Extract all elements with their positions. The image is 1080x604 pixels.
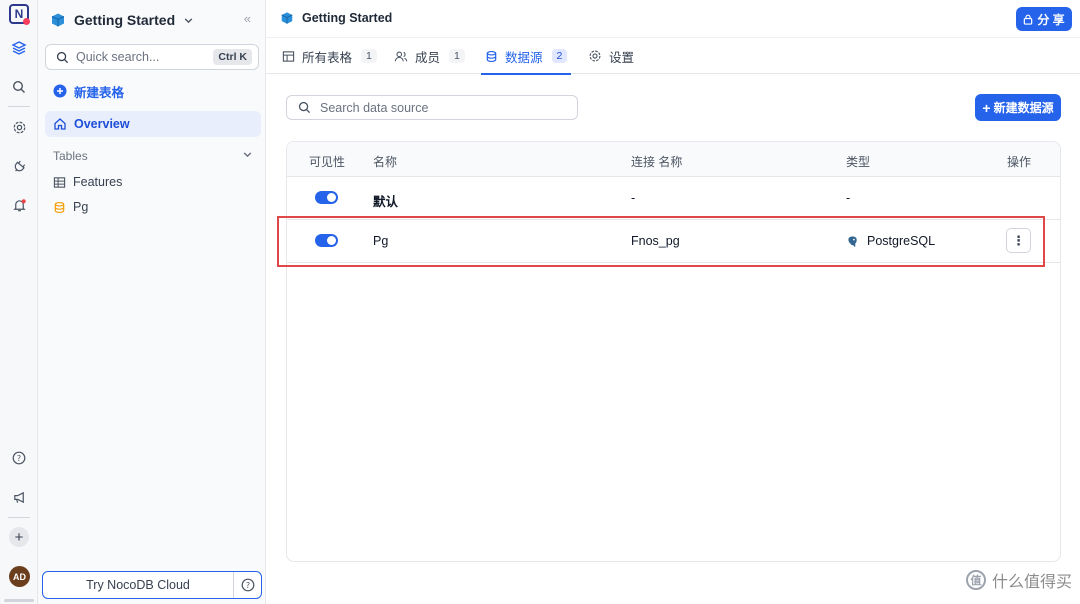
datasource-table: 可见性 名称 连接 名称 类型 操作 默认 - - Pg Fnos_pg Pos… xyxy=(286,141,1061,562)
svg-text:?: ? xyxy=(17,454,21,463)
table-name: Features xyxy=(73,175,123,189)
try-cloud-button[interactable]: Try NocoDB Cloud ? xyxy=(42,571,262,599)
tab-label: 成员 xyxy=(415,50,441,65)
column-header-name: 名称 xyxy=(373,155,398,169)
new-datasource-label: 新建数据源 xyxy=(993,101,1054,115)
tab-all-tables[interactable]: 所有表格 1 xyxy=(282,38,377,74)
tab-label: 所有表格 xyxy=(302,50,353,65)
new-table-label: 新建表格 xyxy=(74,85,125,100)
main-panel: Getting Started 分 享 所有表格 1 成员 1 数据源 2 设置 xyxy=(266,0,1080,604)
workspace-header[interactable]: Getting Started xyxy=(50,9,194,31)
rail-divider xyxy=(8,517,30,518)
datasource-search-placeholder: Search data source xyxy=(320,100,429,115)
column-header-actions: 操作 xyxy=(1007,155,1032,169)
base-cube-icon xyxy=(281,12,293,24)
column-header-visibility: 可见性 xyxy=(309,155,346,169)
plug-icon[interactable] xyxy=(9,156,29,176)
plus-icon[interactable]: + xyxy=(9,527,29,547)
plus-circle-icon xyxy=(53,84,67,98)
home-icon xyxy=(54,118,66,130)
chevron-down-icon xyxy=(243,152,252,158)
database-icon xyxy=(54,201,65,213)
plus-icon: + xyxy=(982,99,991,116)
gear-icon xyxy=(589,50,601,62)
sidebar-item-pg[interactable]: Pg xyxy=(45,194,261,220)
table-name: Pg xyxy=(73,200,89,214)
help-icon[interactable]: ? xyxy=(233,572,261,598)
tab-data-sources[interactable]: 数据源 2 xyxy=(480,38,572,75)
tables-section-header[interactable]: Tables xyxy=(45,143,261,169)
row-connection: Fnos_pg xyxy=(631,234,680,248)
left-rail: N ? + AD xyxy=(0,0,38,604)
rail-divider xyxy=(8,106,30,107)
watermark-logo-icon: 值 xyxy=(965,570,986,590)
datasource-search-input[interactable]: Search data source xyxy=(286,95,578,120)
tab-settings[interactable]: 设置 xyxy=(588,38,634,74)
tab-count-badge: 2 xyxy=(551,49,568,63)
collapse-sidebar-icon[interactable]: « xyxy=(244,11,251,26)
overview-label: Overview xyxy=(74,117,130,131)
row-type: - xyxy=(846,191,851,205)
sidebar-item-features[interactable]: Features xyxy=(45,169,261,195)
visibility-toggle[interactable] xyxy=(315,191,338,204)
avatar[interactable]: AD xyxy=(9,566,30,587)
row-name: 默认 xyxy=(373,195,399,209)
share-button[interactable]: 分 享 xyxy=(1016,7,1072,31)
visibility-toggle[interactable] xyxy=(315,234,338,247)
gear-icon[interactable] xyxy=(9,117,29,137)
tab-label: 设置 xyxy=(609,50,635,65)
base-title-text: Getting Started xyxy=(302,11,393,25)
nocodb-logo-icon[interactable]: N xyxy=(9,4,30,25)
search-icon xyxy=(298,101,311,114)
row-name: Pg xyxy=(373,234,389,248)
search-icon[interactable] xyxy=(9,77,29,97)
share-label: 分 享 xyxy=(1037,12,1065,27)
row-type-cell: PostgreSQL xyxy=(846,234,935,248)
postgresql-icon xyxy=(848,235,857,247)
grid-icon xyxy=(53,176,66,188)
tab-count-badge: 1 xyxy=(361,49,377,63)
bell-icon[interactable] xyxy=(9,195,29,215)
row-type: PostgreSQL xyxy=(867,234,936,248)
new-datasource-button[interactable]: + 新建数据源 xyxy=(975,94,1061,121)
sidebar-item-overview[interactable]: Overview xyxy=(45,111,261,137)
watermark: 值 什么值得买 xyxy=(965,568,1072,592)
tab-members[interactable]: 成员 1 xyxy=(394,38,465,74)
column-header-type: 类型 xyxy=(846,155,871,169)
topbar: Getting Started 分 享 xyxy=(266,0,1080,38)
base-icon[interactable] xyxy=(9,38,29,58)
quick-search-placeholder: Quick search... xyxy=(76,50,160,64)
tab-bar: 所有表格 1 成员 1 数据源 2 设置 xyxy=(266,38,1080,75)
new-table-button[interactable]: 新建表格 xyxy=(45,78,261,104)
tab-label: 数据源 xyxy=(505,50,543,65)
sidebar: Getting Started « Quick search... Ctrl K… xyxy=(38,0,266,604)
watermark-text: 什么值得买 xyxy=(991,574,1072,591)
search-icon xyxy=(56,51,69,63)
base-cube-icon xyxy=(51,13,65,27)
quick-search-input[interactable]: Quick search... Ctrl K xyxy=(45,44,259,70)
workspace-title: Getting Started xyxy=(74,12,176,28)
megaphone-icon[interactable] xyxy=(9,487,29,507)
svg-text:?: ? xyxy=(245,581,249,590)
column-header-connection: 连接 名称 xyxy=(631,155,683,169)
tables-heading: Tables xyxy=(53,149,88,163)
base-title: Getting Started xyxy=(280,11,392,25)
row-connection: - xyxy=(631,191,636,205)
table-row: 默认 - - xyxy=(287,177,1060,220)
rail-scrollbar[interactable] xyxy=(4,599,34,602)
table-icon xyxy=(282,50,295,62)
try-cloud-label: Try NocoDB Cloud xyxy=(86,578,190,592)
shortcut-badge: Ctrl K xyxy=(213,49,252,65)
help-icon[interactable]: ? xyxy=(9,448,29,468)
more-actions-button[interactable]: ⋮ xyxy=(1006,228,1031,253)
chevron-down-icon[interactable] xyxy=(183,15,194,26)
table-header: 可见性 名称 连接 名称 类型 操作 xyxy=(287,142,1060,177)
tab-count-badge: 1 xyxy=(449,49,465,63)
table-row: Pg Fnos_pg PostgreSQL ⋮ xyxy=(287,220,1060,263)
lock-icon xyxy=(1024,14,1033,25)
users-icon xyxy=(394,51,408,61)
database-icon xyxy=(486,50,497,62)
